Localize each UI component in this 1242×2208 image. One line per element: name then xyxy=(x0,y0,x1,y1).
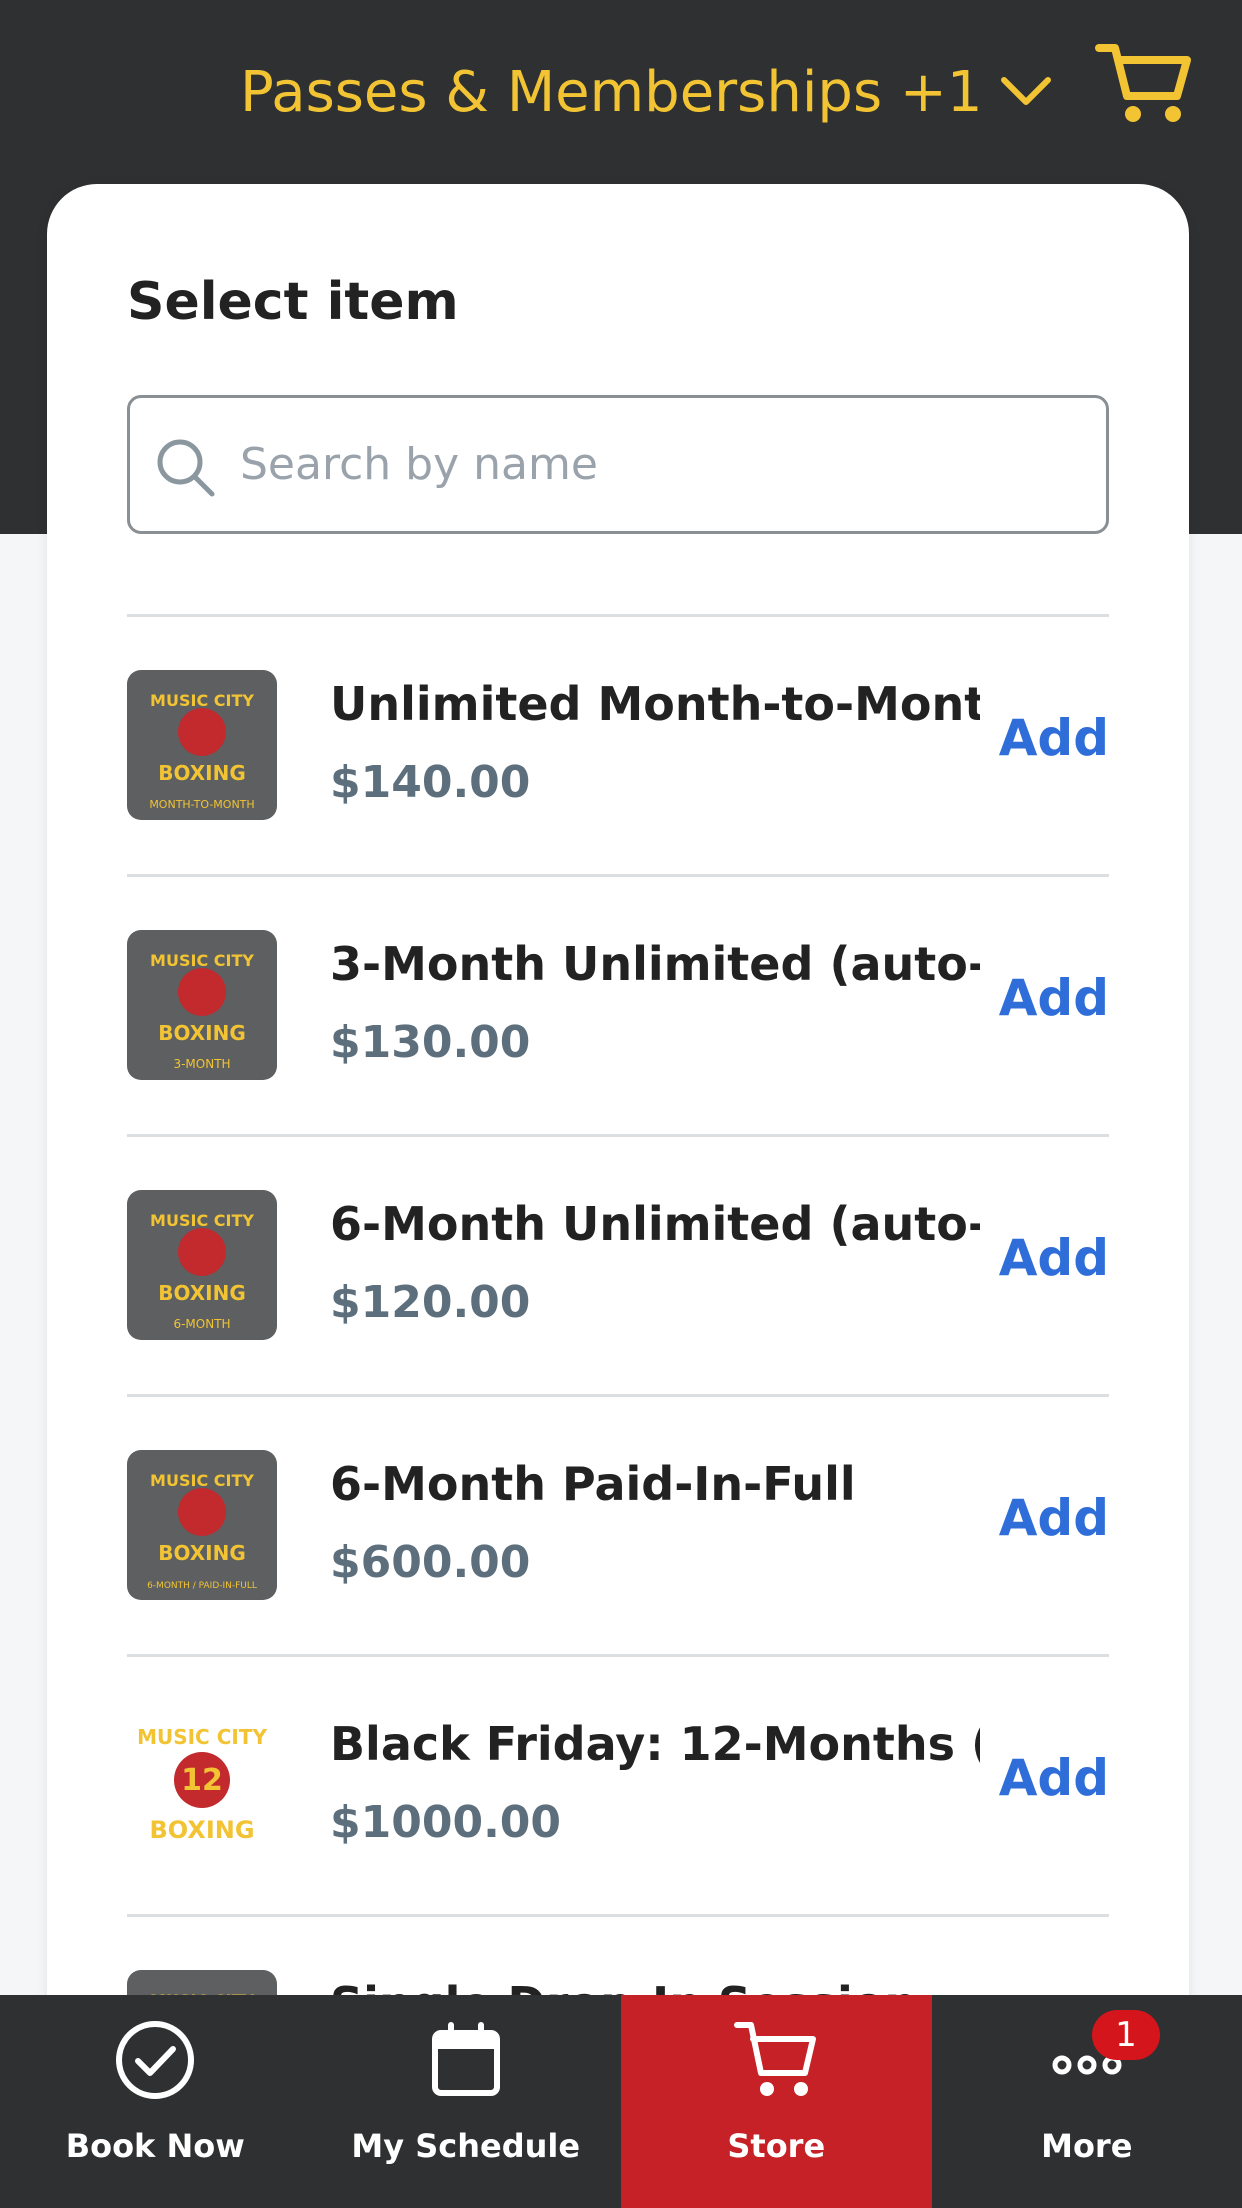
svg-text:MUSIC CITY: MUSIC CITY xyxy=(150,691,254,710)
nav-label: More xyxy=(1041,2127,1133,2165)
search-box[interactable] xyxy=(127,395,1109,534)
svg-text:MUSIC CITY: MUSIC CITY xyxy=(150,1471,254,1490)
item-price: $140.00 xyxy=(330,757,531,808)
svg-text:BOXING: BOXING xyxy=(158,761,246,785)
svg-text:12: 12 xyxy=(181,1763,223,1798)
nav-label: Store xyxy=(727,2127,826,2165)
svg-text:3-MONTH: 3-MONTH xyxy=(173,1057,230,1071)
check-circle-icon xyxy=(116,2021,195,2099)
calendar-icon xyxy=(431,2022,500,2096)
item-name: 3-Month Unlimited (auto-... xyxy=(330,937,980,991)
list-item: MUSIC CITY BOXING 6-MONTH / PAID-IN-FULL… xyxy=(127,1394,1109,1654)
item-price: $600.00 xyxy=(330,1537,531,1588)
card-title: Select item xyxy=(127,272,459,332)
select-item-card: Select item MUSIC CITY BOXING MONTH-TO-M… xyxy=(47,184,1189,2208)
list-item: MUSIC CITY 12 BOXING Black Friday: 12-Mo… xyxy=(127,1654,1109,1914)
nav-label: My Schedule xyxy=(351,2127,581,2165)
item-price: $120.00 xyxy=(330,1277,531,1328)
item-name: Black Friday: 12-Months (... xyxy=(330,1717,980,1771)
add-button[interactable]: Add xyxy=(999,709,1109,767)
item-thumbnail: MUSIC CITY BOXING 6-MONTH / PAID-IN-FULL xyxy=(127,1450,277,1600)
svg-text:MUSIC CITY: MUSIC CITY xyxy=(137,1725,267,1749)
nav-book-now[interactable]: Book Now xyxy=(0,1995,311,2208)
item-thumbnail: MUSIC CITY 12 BOXING xyxy=(127,1710,277,1860)
svg-text:BOXING: BOXING xyxy=(158,1021,246,1045)
item-thumbnail: MUSIC CITY BOXING 6-MONTH xyxy=(127,1190,277,1340)
add-button[interactable]: Add xyxy=(999,969,1109,1027)
svg-text:MONTH-TO-MONTH: MONTH-TO-MONTH xyxy=(149,798,254,811)
search-icon xyxy=(157,439,215,497)
item-list: MUSIC CITY BOXING MONTH-TO-MONTH Unlimit… xyxy=(127,614,1109,2174)
svg-text:BOXING: BOXING xyxy=(158,1541,246,1565)
list-item: MUSIC CITY BOXING MONTH-TO-MONTH Unlimit… xyxy=(127,614,1109,874)
add-button[interactable]: Add xyxy=(999,1229,1109,1287)
item-name: Unlimited Month-to-Mont... xyxy=(330,677,980,731)
bottom-nav: Book Now My Schedule Store More xyxy=(0,1995,1242,2208)
add-button[interactable]: Add xyxy=(999,1749,1109,1807)
svg-text:6-MONTH: 6-MONTH xyxy=(173,1317,230,1331)
search-input[interactable] xyxy=(240,439,1080,490)
nav-more[interactable]: More xyxy=(932,1995,1242,2208)
item-thumbnail: MUSIC CITY BOXING 3-MONTH xyxy=(127,930,277,1080)
svg-text:BOXING: BOXING xyxy=(158,1281,246,1305)
category-title: Passes & Memberships +1 xyxy=(240,59,983,125)
item-name: 6-Month Unlimited (auto-... xyxy=(330,1197,980,1251)
item-price: $1000.00 xyxy=(330,1797,562,1848)
cart-icon xyxy=(734,2022,817,2096)
item-price: $130.00 xyxy=(330,1017,531,1068)
svg-text:BOXING: BOXING xyxy=(149,1816,254,1844)
item-thumbnail: MUSIC CITY BOXING MONTH-TO-MONTH xyxy=(127,670,277,820)
svg-text:6-MONTH / PAID-IN-FULL: 6-MONTH / PAID-IN-FULL xyxy=(147,1581,257,1591)
category-dropdown[interactable]: Passes & Memberships +1 xyxy=(240,52,1052,132)
item-name: 6-Month Paid-In-Full xyxy=(330,1457,856,1511)
notification-badge: 1 xyxy=(1092,2010,1160,2060)
nav-label: Book Now xyxy=(65,2127,245,2165)
cart-icon[interactable] xyxy=(1095,40,1191,130)
svg-text:MUSIC CITY: MUSIC CITY xyxy=(150,951,254,970)
add-button[interactable]: Add xyxy=(999,1489,1109,1547)
nav-my-schedule[interactable]: My Schedule xyxy=(311,1995,622,2208)
nav-store[interactable]: Store xyxy=(621,1995,932,2208)
svg-text:MUSIC CITY: MUSIC CITY xyxy=(150,1211,254,1230)
page: Passes & Memberships +1 Select item Sear… xyxy=(0,0,1242,2208)
list-item: MUSIC CITY BOXING 6-MONTH 6-Month Unlimi… xyxy=(127,1134,1109,1394)
chevron-down-icon xyxy=(1001,77,1052,105)
list-item: MUSIC CITY BOXING 3-MONTH 3-Month Unlimi… xyxy=(127,874,1109,1134)
